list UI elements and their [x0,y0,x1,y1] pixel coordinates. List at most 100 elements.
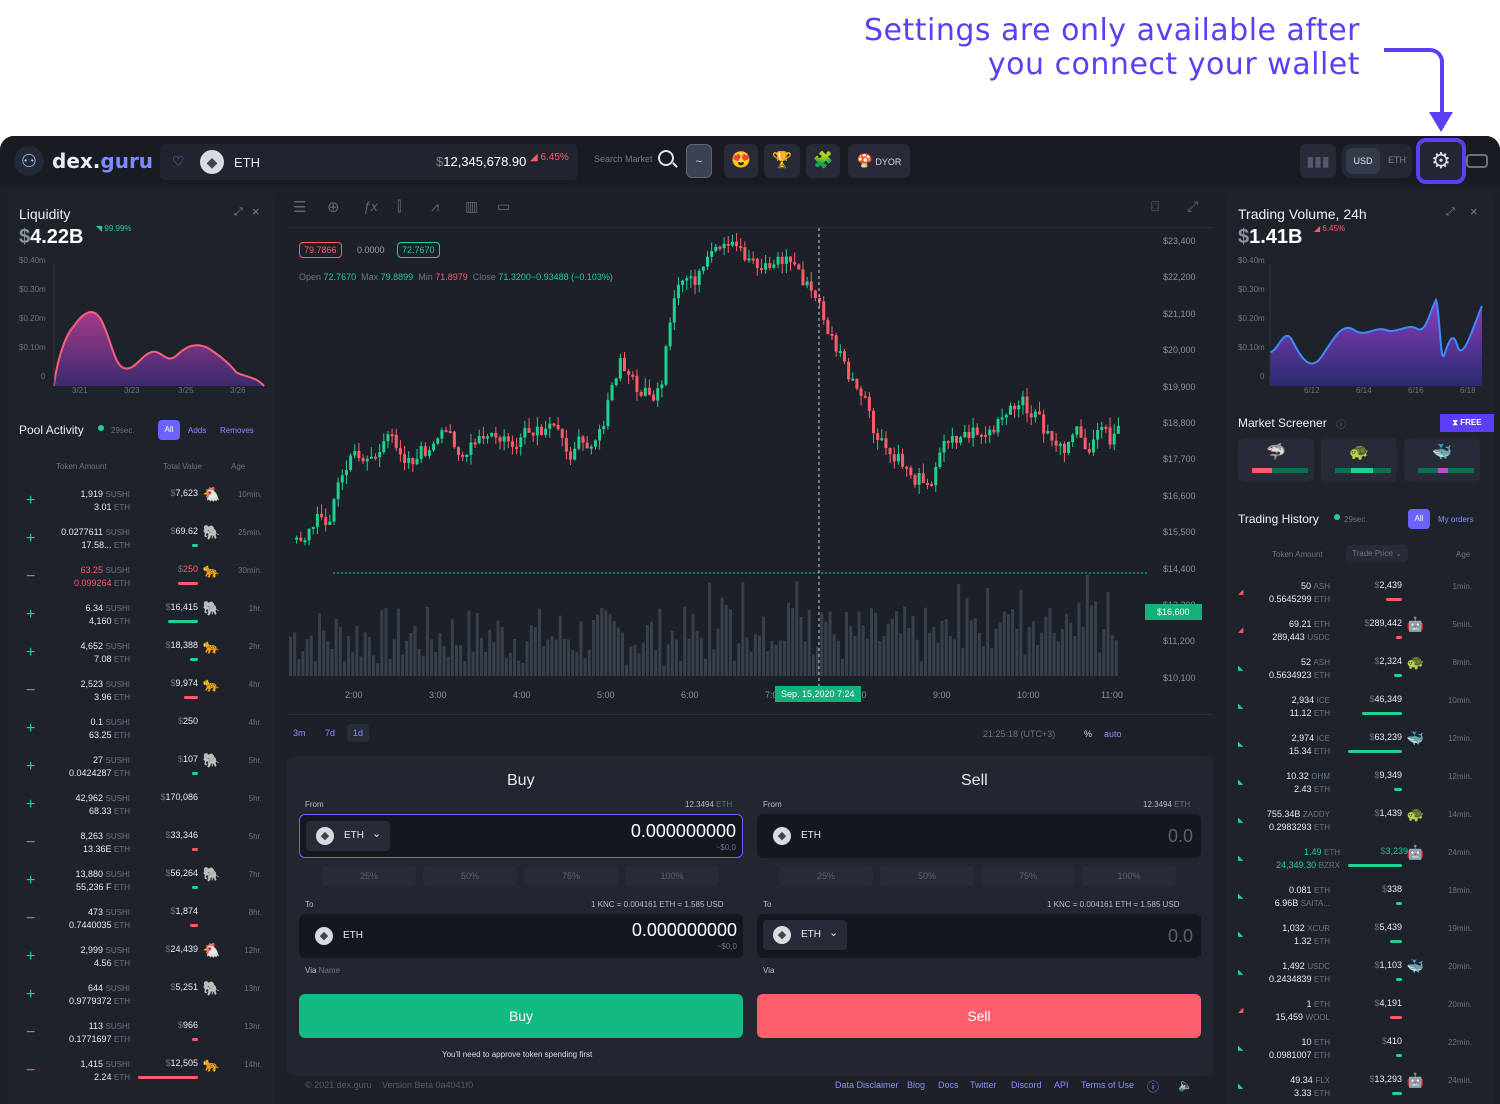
sell-from-field[interactable]: ◆ ETH 0.0 [757,814,1201,858]
screener-card-shark[interactable]: 🦈 [1238,438,1314,482]
usd-option[interactable]: USD [1346,148,1380,174]
candles-icon[interactable]: ⫿ [397,198,401,215]
buy-to-amount[interactable]: 0.000000000 [632,920,737,941]
link-api[interactable]: API [1054,1080,1069,1090]
link-docs[interactable]: Docs [938,1080,959,1090]
link-disclaimer[interactable]: Data Disclaimer [835,1080,899,1090]
pool-row[interactable]: + 1,919 SUSHI 3.01 ETH $7,623 🐔 10min. [8,486,270,526]
pool-row[interactable]: + 27 SUSHI 0.0424287 ETH $107 🐘 5hr. [8,752,270,792]
buy-pct-25[interactable]: 25% [322,866,416,886]
pool-row[interactable]: + 644 SUSHI 0.9779372 ETH $5,251 🐘 13hr. [8,980,270,1020]
trade-row[interactable]: ◢ 69.21 ETH 289,443 USDC $289,442 🤖 5min. [1226,616,1480,656]
info-icon[interactable]: ⓘ [1336,416,1346,431]
trade-row[interactable]: ◣ 0.081 ETH 6.96B SAITA... $338 18min. [1226,884,1480,922]
trade-row[interactable]: ◣ 2,934 ICE 11.12 ETH $46,349 10min. [1226,694,1480,732]
link-twitter[interactable]: Twitter [970,1080,997,1090]
buy-pct-100[interactable]: 100% [625,866,719,886]
trade-row[interactable]: ◣ 10 ETH 0.0981007 ETH $410 22min. [1226,1036,1480,1074]
pool-row[interactable]: − 473 SUSHI 0.7440035 ETH $1,874 8hr. [8,906,270,944]
range-1d[interactable]: 1d [347,724,370,742]
filter-removes[interactable]: Removes [220,426,254,435]
filter-all[interactable]: All [158,420,180,440]
layout-icon[interactable]: ▮▮▮ [1300,144,1336,178]
wallet-icon[interactable] [1466,154,1488,168]
pool-row[interactable]: − 113 SUSHI 0.1771697 ETH $966 13hr. [8,1020,270,1058]
history-filter-my-orders[interactable]: My orders [1438,515,1474,524]
link-terms[interactable]: Terms of Use [1081,1080,1134,1090]
pool-row[interactable]: + 6.34 SUSHI 4,160 ETH $16,415 🐘 1hr. [8,600,270,640]
buy-from-field[interactable]: ◆ ETH ⌄ 0.000000000 ~$0,0 [299,814,743,858]
sell-pct-75[interactable]: 75% [981,866,1075,886]
sound-icon[interactable]: 🔈 [1178,1078,1193,1092]
screener-card-whale[interactable]: 🐳 [1404,438,1480,482]
percent-toggle[interactable]: % [1084,729,1092,739]
sell-to-token-select[interactable]: ◆ ETH ⌄ [763,920,847,950]
sell-pct-50[interactable]: 50% [880,866,974,886]
menu-icon[interactable]: ☰ [293,198,306,216]
logo[interactable]: dex.guru [52,149,153,173]
trade-row[interactable]: ◣ 755.34B ZADDY 0.2983293 ETH $1,439 🐢 14… [1226,806,1480,846]
add-indicator-icon[interactable]: ⊕ [327,198,340,216]
trade-row[interactable]: ◣ 2,974 ICE 15.34 ETH $63,239 🐳 12min. [1226,730,1480,770]
trade-row[interactable]: ◣ 49.34 FLX 3.33 ETH $13,293 🤖 24min. [1226,1072,1480,1104]
dyor-button[interactable]: 🍄 DYOR [848,144,910,178]
search-icon[interactable] [658,150,674,166]
puzzle-icon[interactable]: 🧩 [806,144,840,178]
pool-row[interactable]: + 0.1 SUSHI 63.25 ETH $250 4hr. [8,716,270,754]
emoji-button[interactable]: 😍 [724,144,758,178]
sell-button[interactable]: Sell [757,994,1201,1038]
pool-row[interactable]: + 0.0277611 SUSHI 17.58... ETH $69.62 🐘 2… [8,524,270,564]
buy-pct-50[interactable]: 50% [423,866,517,886]
camera-icon[interactable]: ⌼ [1151,198,1159,215]
tilde-button[interactable]: ~ [686,144,712,178]
col-trade-price-select[interactable]: Trade Price ⌄ [1346,545,1408,562]
buy-from-amount[interactable]: 0.000000000 [631,821,736,842]
buy-button[interactable]: Buy [299,994,743,1038]
buy-tab[interactable]: Buy [507,772,535,790]
trade-row[interactable]: ◣ 1,032 XCUR 1.32 ETH $5,439 19min. [1226,922,1480,960]
fullscreen-icon[interactable]: ⤢ [1187,198,1198,215]
sell-to-field[interactable]: ◆ ETH ⌄ 0.0 [757,914,1201,958]
token-bar[interactable]: ♡ ◆ ETH $12,345,678.90 ◢ 6.45% [160,144,578,180]
history-filter-all[interactable]: All [1408,509,1430,529]
trade-row[interactable]: ◢ 1 ETH 15,459 WOOL $4,191 20min. [1226,998,1480,1036]
range-7d[interactable]: 7d [325,728,335,738]
area-chart-icon[interactable]: ⩘ [431,198,439,215]
trade-row[interactable]: ◣ 1.49 ETH 24,349.30 BZRX $3,239 🤖 24min. [1226,844,1480,884]
pool-row[interactable]: − 8,263 SUSHI 13.36E ETH $33,346 5hr. [8,830,270,868]
buy-from-token-select[interactable]: ◆ ETH ⌄ [306,821,390,851]
pool-row[interactable]: + 4,652 SUSHI 7.08 ETH $18,388 🐆 2hr. [8,638,270,678]
trade-row[interactable]: ◢ 50 ASH 0.5645299 ETH $2,439 1min. [1226,580,1480,618]
pool-row[interactable]: + 42,962 SUSHI 68.33 ETH $170,086 5hr. [8,792,270,830]
eth-option[interactable]: ETH [1388,155,1406,165]
trade-row[interactable]: ◣ 52 ASH 0.5634923 ETH $2,324 🐢 8min. [1226,654,1480,694]
candlestick-chart[interactable] [287,228,1213,698]
close-icon[interactable]: × [1470,204,1478,219]
sell-to-amount[interactable]: 0.0 [1168,926,1193,947]
link-discord[interactable]: Discord [1011,1080,1042,1090]
logo-icon[interactable]: ⚇ [14,146,44,176]
function-icon[interactable]: ƒx [363,198,378,214]
buy-to-field[interactable]: ◆ ETH 0.000000000 ~$0,0 [299,914,743,958]
trophy-icon[interactable]: 🏆 [764,144,800,178]
expand-icon[interactable]: ⤢ [1446,206,1455,219]
trade-row[interactable]: ◣ 10.32 OHM 2.43 ETH $9,349 12min. [1226,770,1480,808]
pool-row[interactable]: + 13,880 SUSHI 55,236 F ETH $56,264 🐘 7hr… [8,866,270,906]
search-input[interactable]: Search Market [594,154,653,164]
bar-chart-icon[interactable]: ▥ [465,198,478,215]
expand-icon[interactable]: ⤢ [234,206,243,219]
settings-button[interactable]: ⚙ [1416,138,1466,184]
sell-pct-100[interactable]: 100% [1082,866,1176,886]
sell-tab[interactable]: Sell [961,772,988,790]
rectangle-icon[interactable]: ▭ [497,198,510,215]
pool-row[interactable]: + 2,999 SUSHI 4.56 ETH $24,439 🐔 12hr. [8,942,270,982]
range-3m[interactable]: 3m [293,728,306,738]
sell-pct-25[interactable]: 25% [779,866,873,886]
link-blog[interactable]: Blog [907,1080,925,1090]
pool-row[interactable]: − 63.25 SUSHI 0.099264 ETH $250 🐆 30min. [8,562,270,602]
trade-row[interactable]: ◣ 1,492 USDC 0.2434839 ETH $1,103 🐳 20min… [1226,958,1480,998]
auto-toggle[interactable]: auto [1104,729,1122,739]
sell-from-amount[interactable]: 0.0 [1168,826,1193,847]
filter-adds[interactable]: Adds [188,426,206,435]
pool-row[interactable]: − 1,415 SUSHI 2.24 ETH $12,505 🐆 14hr. [8,1056,270,1096]
